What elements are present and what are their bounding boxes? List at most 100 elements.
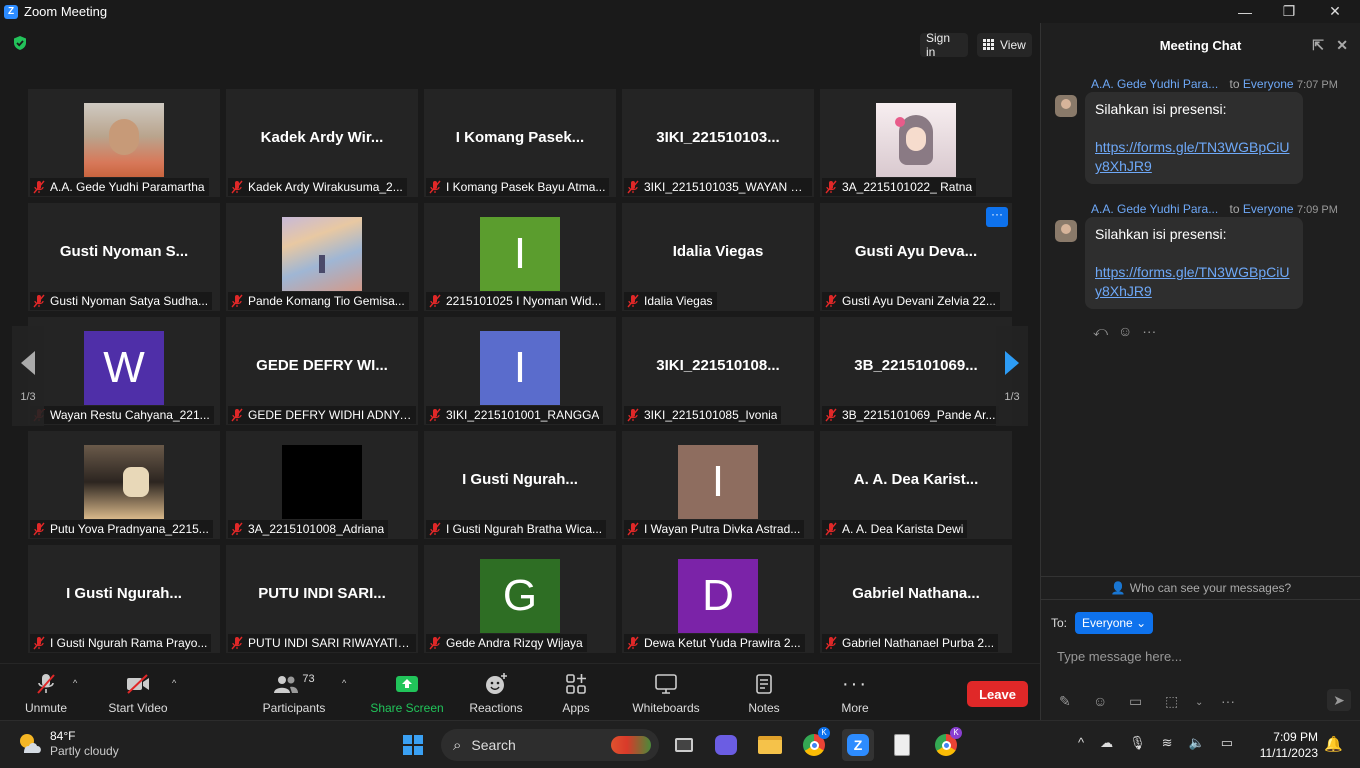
weather-widget[interactable]: 84°F Partly cloudy [16, 729, 119, 759]
participant-tile[interactable]: PUTU INDI SARI... PUTU INDI SARI RIWAYATI… [226, 545, 418, 653]
message-link[interactable]: https://forms.gle/TN3WGBpCiUy8XhJR9 [1095, 138, 1293, 176]
participant-tile[interactable]: Gusti Ayu Deva... ··· Gusti Ayu Devani Zel… [820, 203, 1012, 311]
recipient-dropdown[interactable]: Everyone ⌄ [1075, 612, 1154, 634]
participant-options-button[interactable]: ··· [986, 207, 1008, 227]
participant-tile[interactable]: I Gusti Ngurah... I Gusti Ngurah Rama Pra… [28, 545, 220, 653]
participant-tile[interactable]: Pande Komang Tio Gemisa... [226, 203, 418, 311]
cloud-sync-icon[interactable]: ☁ [1100, 735, 1113, 751]
chat-message-input[interactable] [1057, 646, 1347, 666]
participant-tile[interactable]: I Komang Pasek... I Komang Pasek Bayu Atm… [424, 89, 616, 197]
weather-temp: 84°F [50, 729, 76, 743]
microphone-icon[interactable]: 🎙 [1129, 735, 1146, 751]
volume-icon[interactable]: 🔈 [1189, 735, 1205, 751]
audio-options-caret-icon[interactable]: ^ [73, 678, 77, 688]
view-label: View [1000, 38, 1026, 52]
chrome-icon[interactable]: K [798, 727, 830, 761]
close-window-button[interactable]: ✕ [1312, 0, 1358, 23]
security-shield-icon[interactable] [12, 35, 28, 51]
next-page-button[interactable]: 1/3 [996, 326, 1028, 426]
video-options-caret-icon[interactable]: ^ [172, 678, 176, 688]
participant-tile[interactable]: I 2215101025 I Nyoman Wid... [424, 203, 616, 311]
reactions-label: Reactions [469, 701, 523, 715]
share-screen-button[interactable]: Share Screen [370, 672, 444, 718]
close-chat-icon[interactable]: ✕ [1336, 37, 1348, 54]
participant-tile[interactable]: D Dewa Ketut Yuda Prawira 2... [622, 545, 814, 653]
message-bubble: Silahkan isi presensi: https://forms.gle… [1085, 217, 1303, 309]
battery-icon[interactable]: ▭ [1221, 735, 1233, 751]
mic-muted-icon [825, 294, 837, 308]
more-button[interactable]: ··· More [836, 672, 874, 718]
participants-button[interactable]: 73 Participants [262, 672, 326, 718]
prev-page-button[interactable]: 1/3 [12, 326, 44, 426]
chrome-profile-icon[interactable]: K [930, 727, 962, 761]
screenshot-icon[interactable]: ⬚ [1165, 693, 1178, 710]
file-explorer-icon[interactable] [754, 729, 786, 761]
zoom-logo-icon: Z [4, 4, 18, 19]
participant-tile[interactable]: Kadek Ardy Wir... Kadek Ardy Wirakusuma_2… [226, 89, 418, 197]
who-can-see-link[interactable]: 👤 Who can see your messages? [1041, 576, 1360, 600]
reply-icon[interactable]: ⤺ [1093, 323, 1108, 340]
pop-out-icon[interactable]: ⇱ [1312, 37, 1324, 54]
participant-name: Gabriel Nathanael Purba 2... [842, 636, 995, 650]
participant-name-label: Gusti Nyoman Satya Sudha... [30, 292, 213, 310]
more-dots-icon: ··· [842, 672, 868, 695]
clock-time: 7:09 PM [1273, 730, 1318, 744]
emoji-icon[interactable]: ☺ [1093, 693, 1107, 709]
participant-tile[interactable]: A.A. Gede Yudhi Paramartha [28, 89, 220, 197]
mic-muted-icon [825, 636, 837, 650]
message-more-icon[interactable]: ··· [1142, 323, 1156, 340]
taskbar-search[interactable]: ⌕ Search [441, 729, 659, 761]
format-text-icon[interactable]: ✎ [1059, 693, 1071, 710]
tray-overflow-icon[interactable]: ^ [1078, 735, 1084, 751]
wifi-icon[interactable]: ≋ [1162, 735, 1173, 751]
start-button[interactable] [397, 729, 429, 761]
participant-tile[interactable]: 3IKI_221510108... 3IKI_2215101085_Ivonia [622, 317, 814, 425]
meet-app-icon[interactable] [710, 729, 742, 761]
message-sender[interactable]: A.A. Gede Yudhi Para... [1091, 77, 1218, 91]
apps-button[interactable]: Apps [556, 672, 596, 718]
maximize-button[interactable]: ❐ [1266, 0, 1312, 23]
clock[interactable]: 7:09 PM 11/11/2023 [1252, 729, 1318, 761]
zoom-app-icon[interactable]: Z [842, 729, 874, 761]
participant-display-name: 3IKI_221510103... [656, 129, 780, 146]
solitaire-icon[interactable] [886, 729, 918, 761]
participant-tile[interactable]: Idalia Viegas Idalia Viegas [622, 203, 814, 311]
reactions-button[interactable]: Reactions [468, 672, 524, 718]
participant-tile[interactable]: W Wayan Restu Cahyana_221... [28, 317, 220, 425]
participant-tile[interactable]: I I Wayan Putra Divka Astrad... [622, 431, 814, 539]
task-view-icon[interactable] [668, 729, 700, 761]
minimize-button[interactable]: — [1222, 0, 1268, 23]
participant-tile[interactable]: GEDE DEFRY WI... GEDE DEFRY WIDHI ADNYA..… [226, 317, 418, 425]
participants-options-caret-icon[interactable]: ^ [342, 678, 346, 688]
participant-name: Wayan Restu Cahyana_221... [50, 408, 210, 422]
send-icon[interactable]: ➤ [1327, 689, 1351, 711]
message-sender[interactable]: A.A. Gede Yudhi Para... [1091, 202, 1218, 216]
message-meta: A.A. Gede Yudhi Para... to Everyone 7:07… [1091, 77, 1338, 91]
add-reaction-icon[interactable]: ☺ [1118, 323, 1132, 340]
sign-in-button[interactable]: Sign in [920, 31, 968, 59]
participant-tile[interactable]: I 3IKI_2215101001_RANGGA [424, 317, 616, 425]
participant-tile[interactable]: Gusti Nyoman S... Gusti Nyoman Satya Sudh… [28, 203, 220, 311]
participant-tile[interactable]: 3IKI_221510103... 3IKI_2215101035_WAYAN R… [622, 89, 814, 197]
participant-tile[interactable]: I Gusti Ngurah... I Gusti Ngurah Bratha W… [424, 431, 616, 539]
mic-muted-icon [429, 294, 441, 308]
participant-name: Gusti Ayu Devani Zelvia 22... [842, 294, 996, 308]
participant-tile[interactable]: Putu Yova Pradnyana_2215... [28, 431, 220, 539]
view-button[interactable]: View [977, 33, 1032, 57]
chat-more-icon[interactable]: ··· [1221, 693, 1235, 709]
participant-tile[interactable]: 3A_2215101008_Adriana [226, 431, 418, 539]
participant-tile[interactable]: 3B_2215101069... 3B_2215101069_Pande Ar..… [820, 317, 1012, 425]
file-icon[interactable]: ▭ [1129, 693, 1142, 710]
participant-tile[interactable]: 3A_2215101022_ Ratna [820, 89, 1012, 197]
message-link[interactable]: https://forms.gle/TN3WGBpCiUy8XhJR9 [1095, 263, 1293, 301]
notes-button[interactable]: Notes [744, 672, 784, 718]
participant-tile[interactable]: A. A. Dea Karist... A. A. Dea Karista Dew… [820, 431, 1012, 539]
whiteboards-button[interactable]: Whiteboards [628, 672, 704, 718]
leave-button[interactable]: Leave [967, 681, 1028, 707]
screenshot-options-caret-icon[interactable]: ⌄ [1195, 697, 1203, 708]
participant-tile[interactable]: Gabriel Nathana... Gabriel Nathanael Purb… [820, 545, 1012, 653]
start-video-button[interactable]: Start Video [106, 672, 170, 718]
notification-bell-icon[interactable]: 🔔 [1324, 735, 1343, 753]
participant-tile[interactable]: G Gede Andra Rizqy Wijaya [424, 545, 616, 653]
unmute-button[interactable]: Unmute [22, 672, 70, 718]
